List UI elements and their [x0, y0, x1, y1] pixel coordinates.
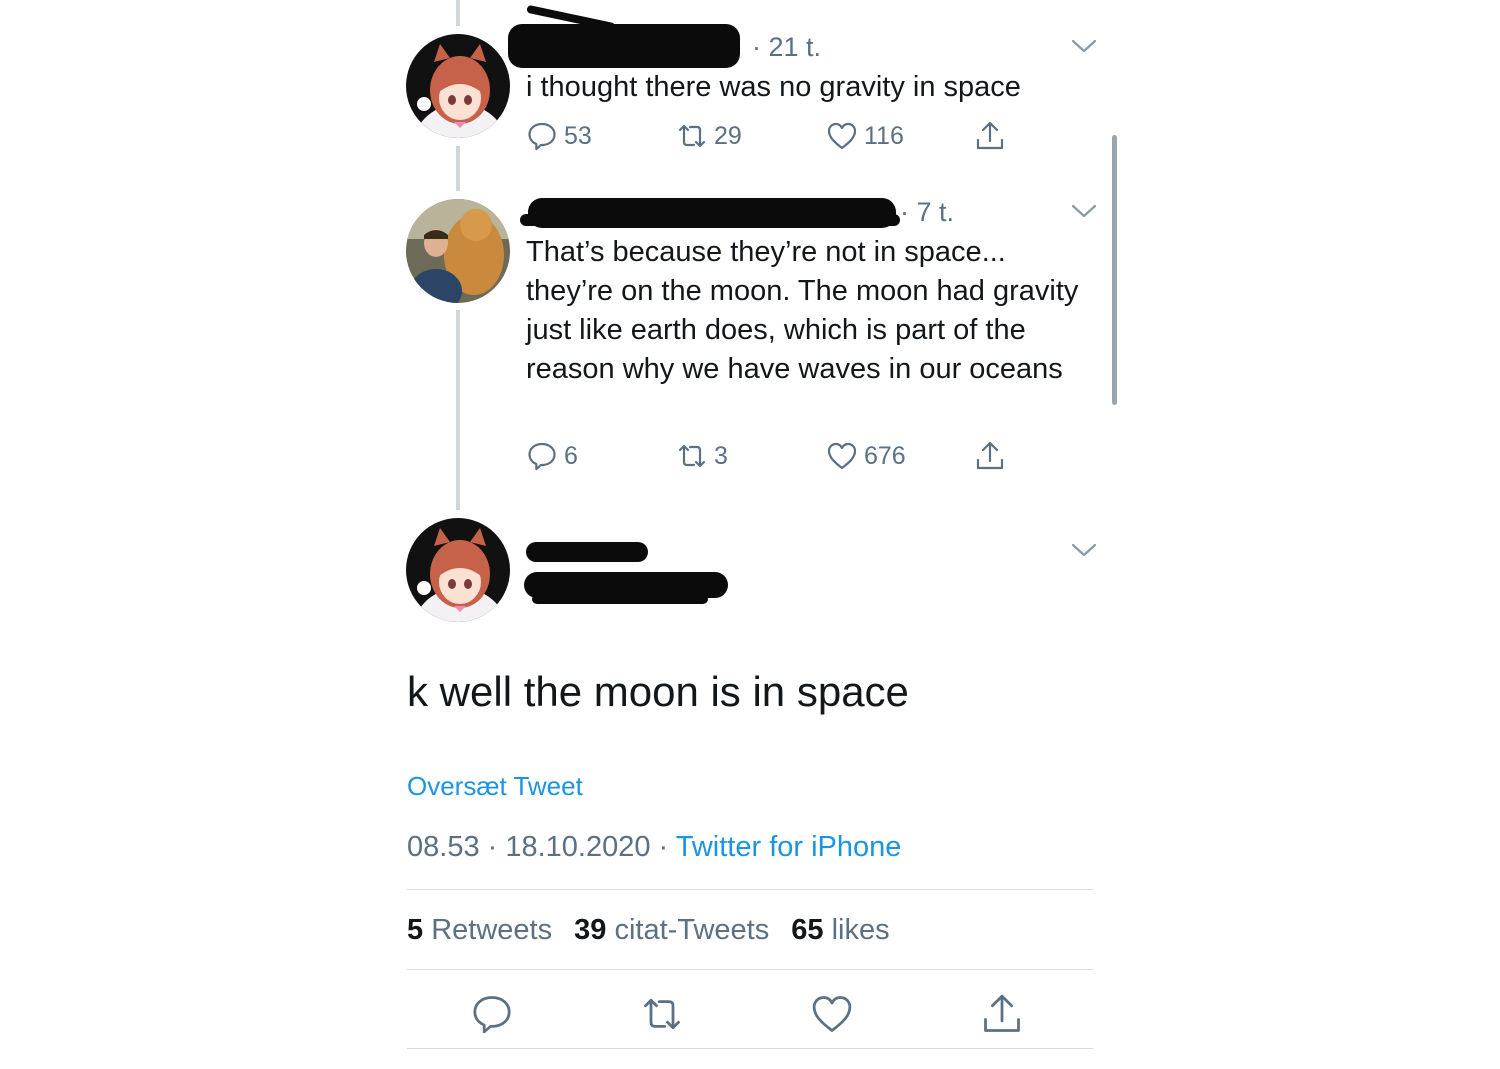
like-button[interactable]: 676: [826, 440, 906, 472]
main-tweet-text: k well the moon is in space: [407, 668, 909, 715]
reply-count: 6: [564, 441, 578, 470]
share-icon: [976, 121, 1004, 150]
retweet-icon: [678, 444, 706, 468]
quotes-stat[interactable]: 39 citat-Tweets: [574, 914, 769, 946]
tweet-timestamp: · 7 t.: [900, 197, 955, 227]
quotes-count: 39: [574, 914, 607, 946]
avatar[interactable]: [406, 34, 510, 138]
reply-count: 53: [564, 121, 592, 150]
thread-line-middle: [456, 146, 460, 191]
retweet-button[interactable]: 3: [676, 440, 728, 472]
likes-count: 65: [791, 914, 824, 946]
retweet-count: 29: [714, 121, 742, 150]
likes-stat[interactable]: 65 likes: [791, 914, 889, 946]
retweet-icon: [678, 124, 706, 148]
divider: [407, 969, 1093, 970]
like-icon: [827, 122, 857, 150]
tweet-text: That’s because they’re not in space... t…: [526, 236, 1079, 385]
like-count: 116: [864, 121, 904, 150]
retweet-button[interactable]: 29: [676, 120, 742, 152]
retweets-label: Retweets: [431, 914, 553, 946]
tweet-timestamp: · 21 t.: [752, 32, 822, 62]
tweet-source-link[interactable]: Twitter for iPhone: [676, 831, 902, 863]
like-icon[interactable]: [810, 992, 854, 1036]
share-icon[interactable]: [980, 992, 1024, 1036]
retweet-icon[interactable]: [640, 992, 684, 1036]
reply-icon: [528, 442, 556, 471]
reply-icon[interactable]: [470, 992, 514, 1036]
likes-label: likes: [831, 914, 890, 946]
tweet-text: i thought there was no gravity in space: [526, 71, 1021, 103]
chevron-down-icon[interactable]: [1070, 36, 1098, 56]
reply-icon: [528, 122, 556, 151]
thread-line-top: [456, 0, 460, 26]
tweet-metadata: 08.53 · 18.10.2020 · Twitter for iPhone: [407, 829, 901, 865]
divider: [407, 1048, 1093, 1049]
translate-tweet-link[interactable]: Oversæt Tweet: [407, 770, 583, 802]
share-button[interactable]: [974, 120, 1006, 152]
divider: [407, 889, 1093, 890]
redacted-handle-stroke: [532, 594, 708, 604]
like-button[interactable]: 116: [826, 120, 904, 152]
chevron-down-icon[interactable]: [1070, 540, 1098, 560]
thread-line-bottom: [456, 310, 460, 510]
retweet-count: 3: [714, 441, 728, 470]
share-icon: [976, 441, 1004, 470]
avatar[interactable]: [406, 518, 510, 622]
reply-button[interactable]: 6: [526, 440, 578, 472]
retweets-count: 5: [407, 914, 424, 946]
share-button[interactable]: [974, 440, 1006, 472]
tweet-timestamp: 08.53 · 18.10.2020 ·: [407, 831, 669, 863]
scrollbar[interactable]: [1112, 135, 1117, 405]
quotes-label: citat-Tweets: [614, 914, 770, 946]
redacted-display-name: [526, 542, 648, 562]
like-icon: [827, 442, 857, 470]
chevron-down-icon[interactable]: [1070, 201, 1098, 221]
redacted-username: [508, 24, 740, 68]
retweets-stat[interactable]: 5 Retweets: [407, 914, 552, 946]
avatar[interactable]: [406, 199, 510, 303]
reply-button[interactable]: 53: [526, 120, 592, 152]
like-count: 676: [864, 441, 906, 470]
redacted-username-stroke: [520, 214, 900, 226]
tweet-stats: 5 Retweets 39 citat-Tweets 65 likes: [407, 912, 890, 948]
